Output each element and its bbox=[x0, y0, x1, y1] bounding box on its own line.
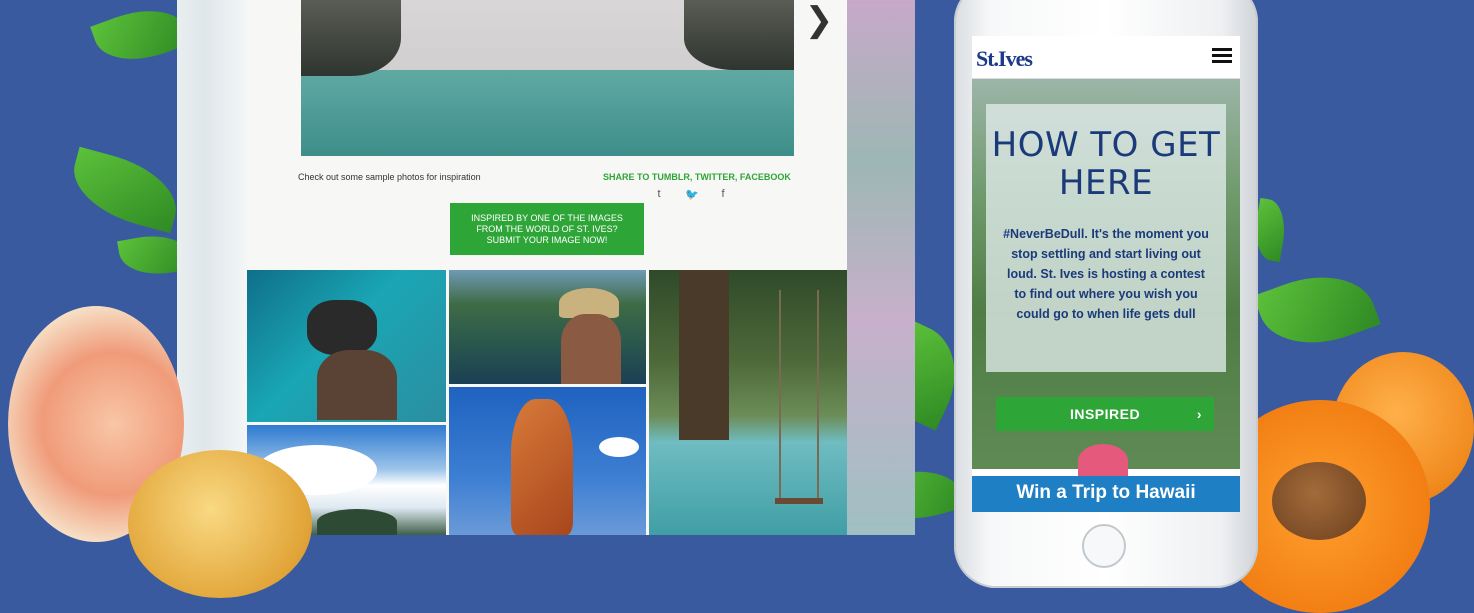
treehouse-swing-photo[interactable] bbox=[649, 270, 847, 535]
lake-hat-photo[interactable] bbox=[449, 270, 646, 384]
tea-leaf-decoration bbox=[1253, 258, 1381, 362]
chevron-right-icon: › bbox=[1196, 406, 1202, 422]
desktop-website-preview: ❯ Check out some sample photos for inspi… bbox=[177, 0, 915, 535]
phone-screen: St.Ives HOW TO GET HERE #NeverBeDull. It… bbox=[972, 36, 1240, 512]
hamburger-menu-icon[interactable] bbox=[1212, 48, 1232, 64]
share-social-link[interactable]: SHARE TO TUMBLR, TWITTER, FACEBOOK bbox=[603, 172, 791, 182]
snorkel-photo[interactable] bbox=[247, 270, 446, 422]
hero-lagoon-photo bbox=[301, 0, 794, 156]
inspiration-caption: Check out some sample photos for inspira… bbox=[298, 172, 481, 182]
twitter-icon[interactable]: 🐦 bbox=[685, 188, 699, 201]
mobile-header: St.Ives bbox=[972, 36, 1240, 79]
how-to-title: HOW TO GET HERE bbox=[991, 125, 1221, 203]
how-to-get-here-panel: HOW TO GET HERE #NeverBeDull. It's the m… bbox=[986, 104, 1226, 372]
delicate-arch-photo[interactable] bbox=[449, 387, 646, 535]
lemon-image bbox=[128, 450, 312, 598]
sunset-palm-icon bbox=[1078, 444, 1128, 478]
contest-description: #NeverBeDull. It's the moment you stop s… bbox=[1003, 227, 1209, 321]
next-slide-arrow[interactable]: ❯ bbox=[804, 2, 834, 38]
submit-image-button[interactable]: INSPIRED BY ONE OF THE IMAGES FROM THE W… bbox=[450, 203, 644, 255]
tea-leaf-decoration bbox=[64, 146, 186, 234]
rock-cliff-right bbox=[684, 0, 794, 70]
tumblr-icon[interactable]: t bbox=[653, 188, 665, 200]
hawaii-banner-text: Win a Trip to Hawaii bbox=[1016, 482, 1196, 503]
phone-home-button[interactable] bbox=[1082, 524, 1126, 568]
facebook-icon[interactable]: f bbox=[717, 188, 729, 200]
st-ives-logo[interactable]: St.Ives bbox=[976, 46, 1033, 72]
inspired-button[interactable]: INSPIRED › bbox=[996, 397, 1214, 431]
inspired-button-label: INSPIRED bbox=[1069, 406, 1141, 422]
rock-cliff-left bbox=[301, 0, 401, 76]
pink-beach-strip-image bbox=[847, 0, 915, 535]
apricot-pit bbox=[1272, 462, 1366, 540]
